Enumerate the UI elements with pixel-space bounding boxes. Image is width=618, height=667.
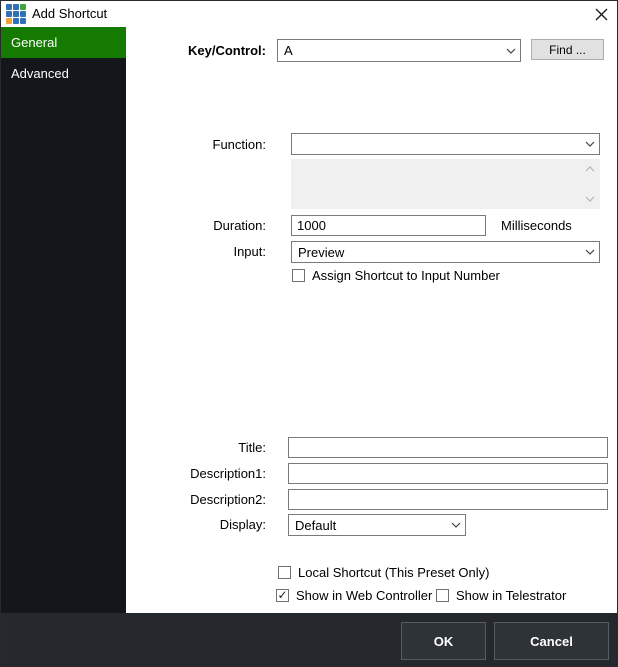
telestrator-checkbox[interactable] bbox=[436, 589, 449, 602]
local-shortcut-checkbox[interactable] bbox=[278, 566, 291, 579]
title-input[interactable] bbox=[288, 437, 608, 458]
local-shortcut-label: Local Shortcut (This Preset Only) bbox=[298, 565, 489, 581]
input-value: Preview bbox=[292, 245, 581, 260]
display-combobox[interactable]: Default bbox=[288, 514, 466, 536]
function-label: Function: bbox=[213, 137, 266, 153]
window-title: Add Shortcut bbox=[32, 1, 107, 27]
sidebar-item-label: Advanced bbox=[11, 66, 69, 81]
input-label: Input: bbox=[233, 244, 266, 260]
duration-input[interactable] bbox=[291, 215, 486, 236]
input-combobox[interactable]: Preview bbox=[291, 241, 600, 263]
key-control-label: Key/Control: bbox=[188, 43, 266, 59]
description1-label: Description1: bbox=[190, 466, 266, 482]
vmix-grid-icon bbox=[6, 4, 26, 24]
chevron-down-icon bbox=[581, 249, 599, 255]
sidebar-item-label: General bbox=[11, 35, 57, 50]
assign-input-number-checkbox[interactable] bbox=[292, 269, 305, 282]
add-shortcut-dialog: Add Shortcut General Advanced Key/Contro… bbox=[0, 0, 618, 667]
key-control-value: A bbox=[278, 43, 502, 58]
find-button[interactable]: Find ... bbox=[531, 39, 604, 60]
function-combobox[interactable] bbox=[291, 133, 600, 155]
sidebar: General Advanced bbox=[1, 27, 126, 613]
duration-label: Duration: bbox=[213, 218, 266, 234]
web-controller-label: Show in Web Controller bbox=[296, 588, 432, 604]
sidebar-item-general[interactable]: General bbox=[1, 27, 126, 58]
close-button[interactable] bbox=[589, 3, 613, 25]
display-label: Display: bbox=[220, 517, 266, 533]
cancel-button[interactable]: Cancel bbox=[494, 622, 609, 660]
function-description-panel bbox=[291, 159, 600, 209]
chevron-down-icon bbox=[581, 141, 599, 147]
description1-input[interactable] bbox=[288, 463, 608, 484]
telestrator-label: Show in Telestrator bbox=[456, 588, 566, 604]
description2-input[interactable] bbox=[288, 489, 608, 510]
assign-input-number-label: Assign Shortcut to Input Number bbox=[312, 268, 500, 284]
close-icon bbox=[595, 8, 608, 21]
title-label: Title: bbox=[238, 440, 266, 456]
titlebar: Add Shortcut bbox=[1, 1, 617, 27]
chevron-down-icon bbox=[502, 48, 520, 54]
key-control-combobox[interactable]: A bbox=[277, 39, 521, 62]
ok-button[interactable]: OK bbox=[401, 622, 486, 660]
description2-label: Description2: bbox=[190, 492, 266, 508]
web-controller-checkbox[interactable]: ✓ bbox=[276, 589, 289, 602]
display-value: Default bbox=[289, 518, 447, 533]
scroll-down-icon bbox=[583, 193, 597, 205]
sidebar-item-advanced[interactable]: Advanced bbox=[1, 58, 126, 89]
scroll-up-icon bbox=[583, 163, 597, 175]
chevron-down-icon bbox=[447, 522, 465, 528]
duration-unit-label: Milliseconds bbox=[501, 218, 572, 234]
footer-bar: OK Cancel bbox=[1, 613, 617, 667]
